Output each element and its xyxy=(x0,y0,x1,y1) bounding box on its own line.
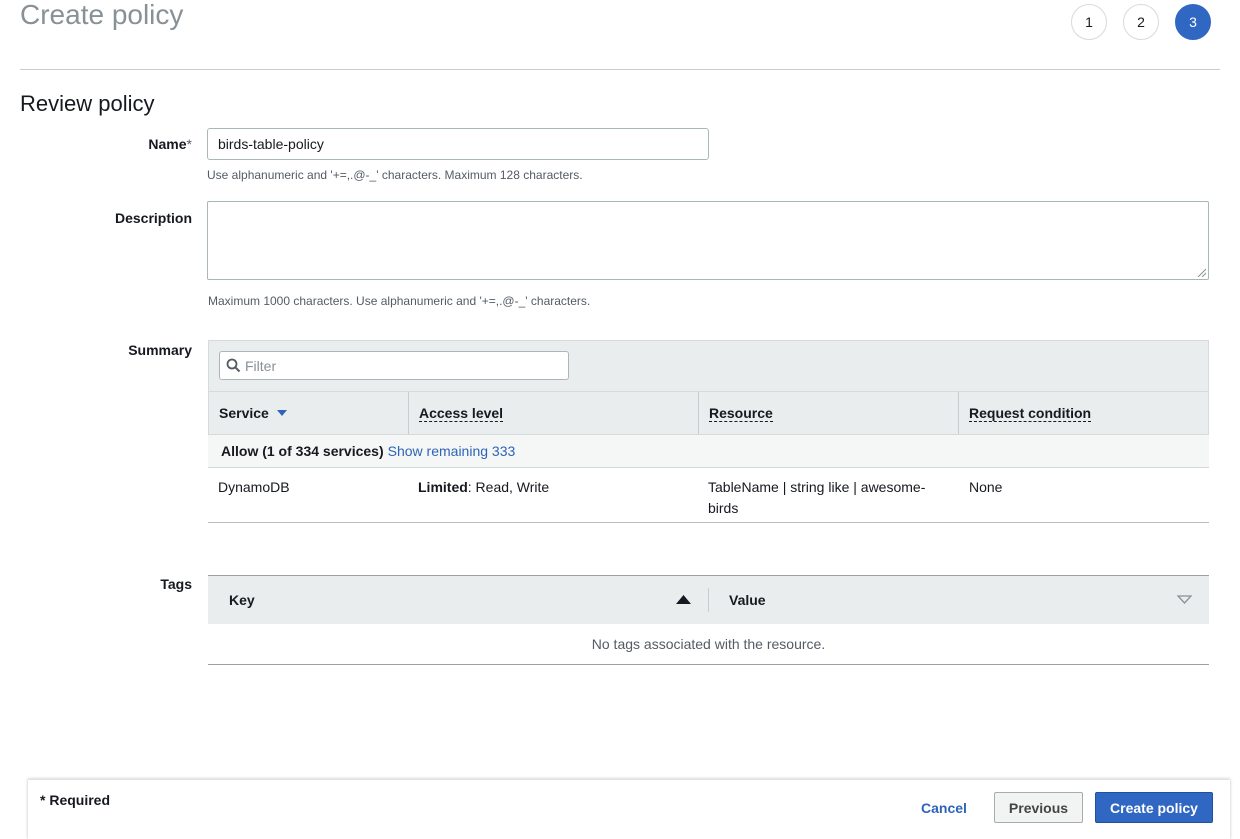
column-service-label: Service xyxy=(219,405,269,421)
previous-button[interactable]: Previous xyxy=(994,792,1083,823)
resource-line-2: birds xyxy=(708,500,739,516)
step-1[interactable]: 1 xyxy=(1071,4,1107,40)
tags-label: Tags xyxy=(160,576,192,592)
column-access-level[interactable]: Access level xyxy=(408,392,698,434)
tags-column-separator xyxy=(708,588,709,612)
description-textarea[interactable] xyxy=(207,201,1209,280)
tags-empty-message: No tags associated with the resource. xyxy=(208,624,1209,665)
search-icon xyxy=(226,358,241,373)
resize-grip-icon[interactable] xyxy=(1197,268,1206,277)
filter-input[interactable]: Filter xyxy=(219,351,569,380)
resource-cell: TableName | string like | awesome- birds xyxy=(708,477,948,519)
name-label-text: Name xyxy=(148,136,187,152)
column-request-condition[interactable]: Request condition xyxy=(958,392,1208,434)
caret-down-icon xyxy=(276,410,287,416)
step-3: 3 xyxy=(1175,4,1211,40)
column-service[interactable]: Service xyxy=(208,392,408,434)
step-2[interactable]: 2 xyxy=(1123,4,1159,40)
resource-line-1: TableName | string like | awesome- xyxy=(708,479,926,495)
service-link-dynamodb[interactable]: DynamoDB xyxy=(218,477,290,498)
summary-label: Summary xyxy=(128,342,192,358)
description-hint: Maximum 1000 characters. Use alphanumeri… xyxy=(208,294,591,308)
sort-ascending-icon[interactable] xyxy=(676,595,691,604)
filter-placeholder: Filter xyxy=(245,357,277,374)
request-condition-cell: None xyxy=(969,479,1003,495)
access-level-cell: Limited: Read, Write xyxy=(418,477,549,498)
column-resource-label: Resource xyxy=(709,404,773,422)
page-title: Create policy xyxy=(20,0,184,30)
create-policy-button[interactable]: Create policy xyxy=(1095,792,1213,823)
table-row-divider xyxy=(208,522,1209,523)
access-level-rest: : Read, Write xyxy=(467,479,550,495)
tags-column-key[interactable]: Key xyxy=(229,592,255,608)
header-divider xyxy=(20,69,1220,70)
description-label: Description xyxy=(114,210,192,226)
access-level-bold: Limited xyxy=(418,479,468,495)
show-remaining-link[interactable]: Show remaining 333 xyxy=(388,443,516,459)
column-access-level-label: Access level xyxy=(419,404,504,422)
required-note: * Required xyxy=(40,792,111,808)
allow-text: Allow (1 of 334 services) xyxy=(221,443,384,459)
name-hint: Use alphanumeric and '+=,.@-_' character… xyxy=(207,168,583,182)
column-request-condition-label: Request condition xyxy=(969,404,1092,422)
name-label: Name* xyxy=(12,136,192,152)
column-resource[interactable]: Resource xyxy=(698,392,958,434)
name-input[interactable]: birds-table-policy xyxy=(207,128,709,160)
tags-column-value[interactable]: Value xyxy=(729,592,766,608)
cancel-button[interactable]: Cancel xyxy=(913,792,975,823)
sort-descending-icon[interactable] xyxy=(1177,595,1192,604)
section-title: Review policy xyxy=(20,91,155,116)
required-marker: * xyxy=(186,136,192,152)
allow-group-row: Allow (1 of 334 services) Show remaining… xyxy=(208,435,1209,468)
